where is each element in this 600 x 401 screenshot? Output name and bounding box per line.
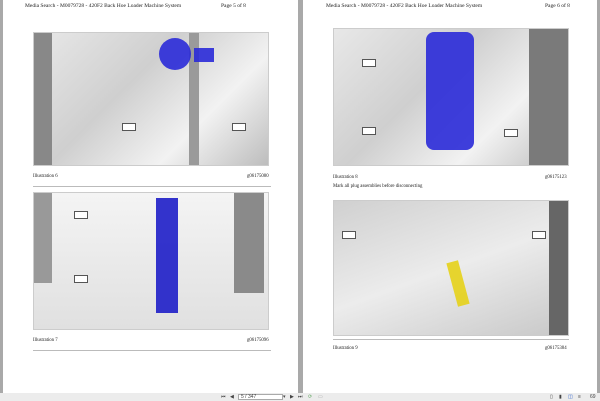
single-page-icon[interactable]: ▯ bbox=[550, 394, 553, 400]
next-page-icon[interactable]: ▶ bbox=[290, 394, 294, 400]
figure-caption: Illustration 6 bbox=[33, 174, 58, 179]
figure-note: Mark all plug assemblies before disconne… bbox=[333, 184, 423, 189]
page-dropdown-icon[interactable]: ▾ bbox=[283, 394, 286, 400]
two-page-icon[interactable]: ◫ bbox=[568, 394, 573, 400]
illustration-7 bbox=[33, 192, 269, 330]
rotate-icon[interactable]: ⟳ bbox=[308, 394, 312, 400]
fit-icon[interactable]: ≡ bbox=[578, 394, 581, 400]
first-page-icon[interactable]: ⏮ bbox=[221, 394, 226, 400]
figure-caption: Illustration 7 bbox=[33, 338, 58, 343]
previous-page-icon[interactable]: ◀ bbox=[230, 394, 234, 400]
page-number: Page 5 of 8 bbox=[221, 3, 246, 9]
zoom-level[interactable]: 69 bbox=[590, 394, 596, 400]
illustration-6 bbox=[33, 32, 269, 166]
figure-id: g06175384 bbox=[545, 346, 567, 351]
illustration-9 bbox=[333, 200, 569, 336]
figure-id: g06175123 bbox=[545, 175, 567, 180]
continuous-icon[interactable]: ▮ bbox=[559, 394, 562, 400]
page-header: Media Search - M0079728 - 420F2 Back Hoe… bbox=[326, 3, 483, 9]
figure-caption: Illustration 8 bbox=[333, 175, 358, 180]
figure-id: g06175080 bbox=[247, 174, 269, 179]
crop-icon[interactable]: ▭ bbox=[318, 394, 323, 400]
illustration-8 bbox=[333, 28, 569, 166]
viewer-toolbar: ⏮ ◀ 5 / 347 ▾ ▶ ⏭ ⟳ ▭ ▯ ▮ ◫ ≡ 69 bbox=[0, 393, 600, 401]
page-header: Media Search - M0079728 - 420F2 Back Hoe… bbox=[25, 3, 182, 9]
figure-caption: Illustration 9 bbox=[333, 346, 358, 351]
pdf-page-left: Media Search - M0079728 - 420F2 Back Hoe… bbox=[3, 0, 298, 393]
last-page-icon[interactable]: ⏭ bbox=[298, 394, 303, 400]
pdf-page-right: Media Search - M0079728 - 420F2 Back Hoe… bbox=[303, 0, 597, 393]
page-number: Page 6 of 8 bbox=[545, 3, 570, 9]
figure-id: g06175096 bbox=[247, 338, 269, 343]
page-number-input[interactable]: 5 / 347 bbox=[238, 394, 283, 400]
